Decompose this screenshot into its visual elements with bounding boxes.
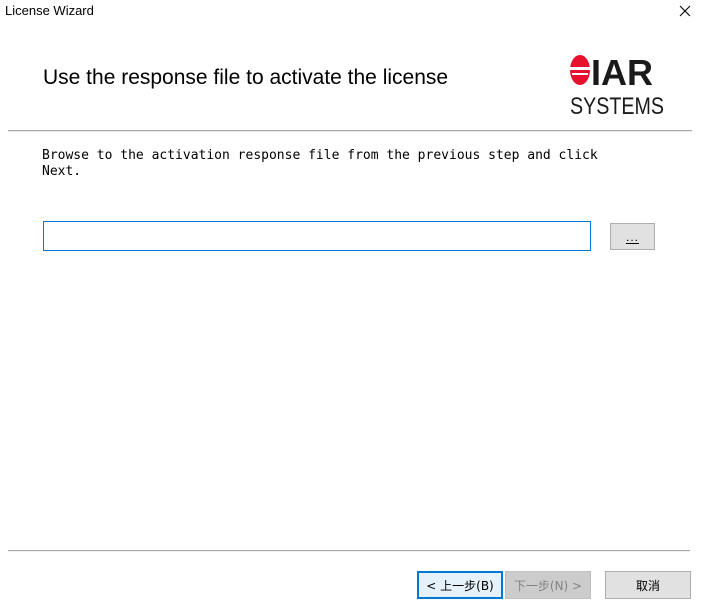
window-title: License Wizard: [5, 3, 94, 18]
instruction-line-1: Browse to the activation response file f…: [42, 148, 598, 163]
iar-systems-logo: IAR SYSTEMS: [570, 52, 664, 118]
logo-sub-text: SYSTEMS: [570, 93, 664, 118]
browse-button[interactable]: ...: [610, 223, 655, 250]
header-divider: [8, 130, 692, 132]
cancel-button[interactable]: 取消: [605, 571, 691, 599]
instruction-line-2: Next.: [42, 164, 82, 179]
logo-mark-text: IAR: [591, 52, 653, 93]
close-button[interactable]: [672, 0, 698, 22]
title-bar: License Wizard: [0, 0, 702, 22]
next-button[interactable]: 下一步(N) >: [505, 571, 591, 599]
footer-divider: [8, 550, 690, 552]
page-title: Use the response file to activate the li…: [43, 66, 449, 89]
browse-button-label: ...: [625, 229, 639, 244]
license-wizard-window: License Wizard Use the response file to …: [0, 0, 702, 607]
close-icon: [679, 5, 691, 17]
instructions-text: Browse to the activation response file f…: [42, 148, 642, 180]
response-file-path-input[interactable]: [43, 221, 591, 251]
back-button[interactable]: < 上一步(B): [417, 571, 503, 599]
